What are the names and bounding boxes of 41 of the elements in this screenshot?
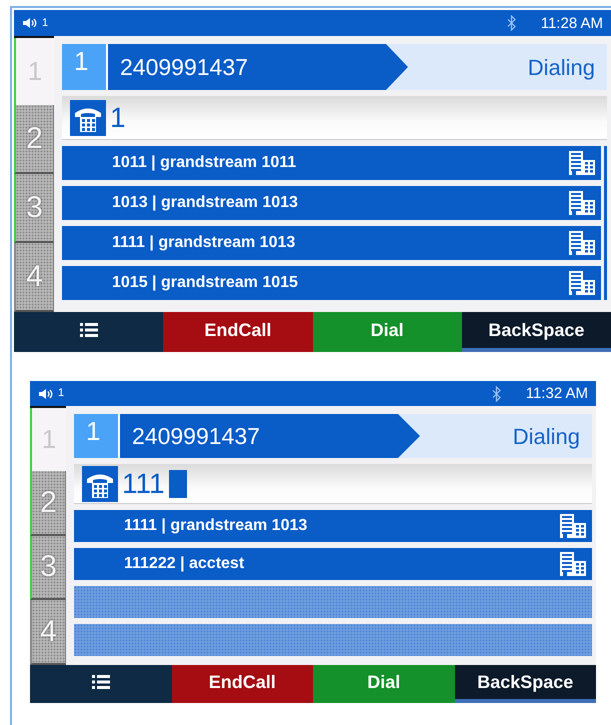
text-cursor xyxy=(168,470,187,498)
dialed-number: 2409991437 xyxy=(108,44,408,90)
dial-input-value: 1 xyxy=(110,104,126,132)
contact-result-row[interactable]: 1111 | grandstream 1013 xyxy=(74,510,592,542)
menu-icon xyxy=(80,322,98,338)
softkey[interactable]: EndCall xyxy=(163,312,312,352)
dial-input-field[interactable]: 1 xyxy=(62,96,607,140)
contact-result-row[interactable]: 1013 | grandstream 1013 xyxy=(62,186,601,220)
building-icon xyxy=(558,512,588,540)
call-state: Dialing xyxy=(528,54,596,82)
bluetooth-icon xyxy=(492,386,502,402)
contact-result-row[interactable]: 1015 | grandstream 1015 xyxy=(62,266,601,300)
contact-result-row[interactable]: 1011 | grandstream 1011 xyxy=(62,146,601,180)
building-icon xyxy=(558,550,588,578)
line-indicator: 1 xyxy=(58,388,64,399)
building-icon xyxy=(567,189,597,217)
contact-result-row[interactable]: 1111 | grandstream 1013 xyxy=(62,226,601,260)
desk-phone-icon xyxy=(82,466,118,502)
dial-input-field[interactable]: 111 xyxy=(74,464,592,504)
softkey[interactable]: Dial xyxy=(313,665,454,703)
menu-softkey[interactable] xyxy=(14,312,164,352)
call-line-number: 1 xyxy=(62,44,108,90)
line-indicator: 1 xyxy=(42,18,48,28)
speaker-icon xyxy=(38,388,54,400)
clock-time: 11:28 AM xyxy=(540,16,603,30)
building-icon xyxy=(567,149,597,177)
contact-result-row[interactable]: 111222 | acctest xyxy=(74,548,592,580)
dialed-number: 2409991437 xyxy=(120,414,420,458)
building-icon xyxy=(567,229,597,257)
dial-input-value: 111 xyxy=(122,470,165,498)
bluetooth-icon xyxy=(506,15,517,31)
menu-softkey[interactable] xyxy=(30,665,172,703)
softkey[interactable]: Dial xyxy=(312,312,462,352)
building-icon xyxy=(567,269,597,297)
call-line-number: 1 xyxy=(74,414,120,458)
call-state: Dialing xyxy=(512,422,581,451)
desk-phone-icon xyxy=(70,100,106,136)
menu-icon xyxy=(92,674,110,690)
clock-time: 11:32 AM xyxy=(526,386,588,401)
speaker-icon xyxy=(22,17,38,29)
softkey[interactable]: EndCall xyxy=(172,665,313,703)
